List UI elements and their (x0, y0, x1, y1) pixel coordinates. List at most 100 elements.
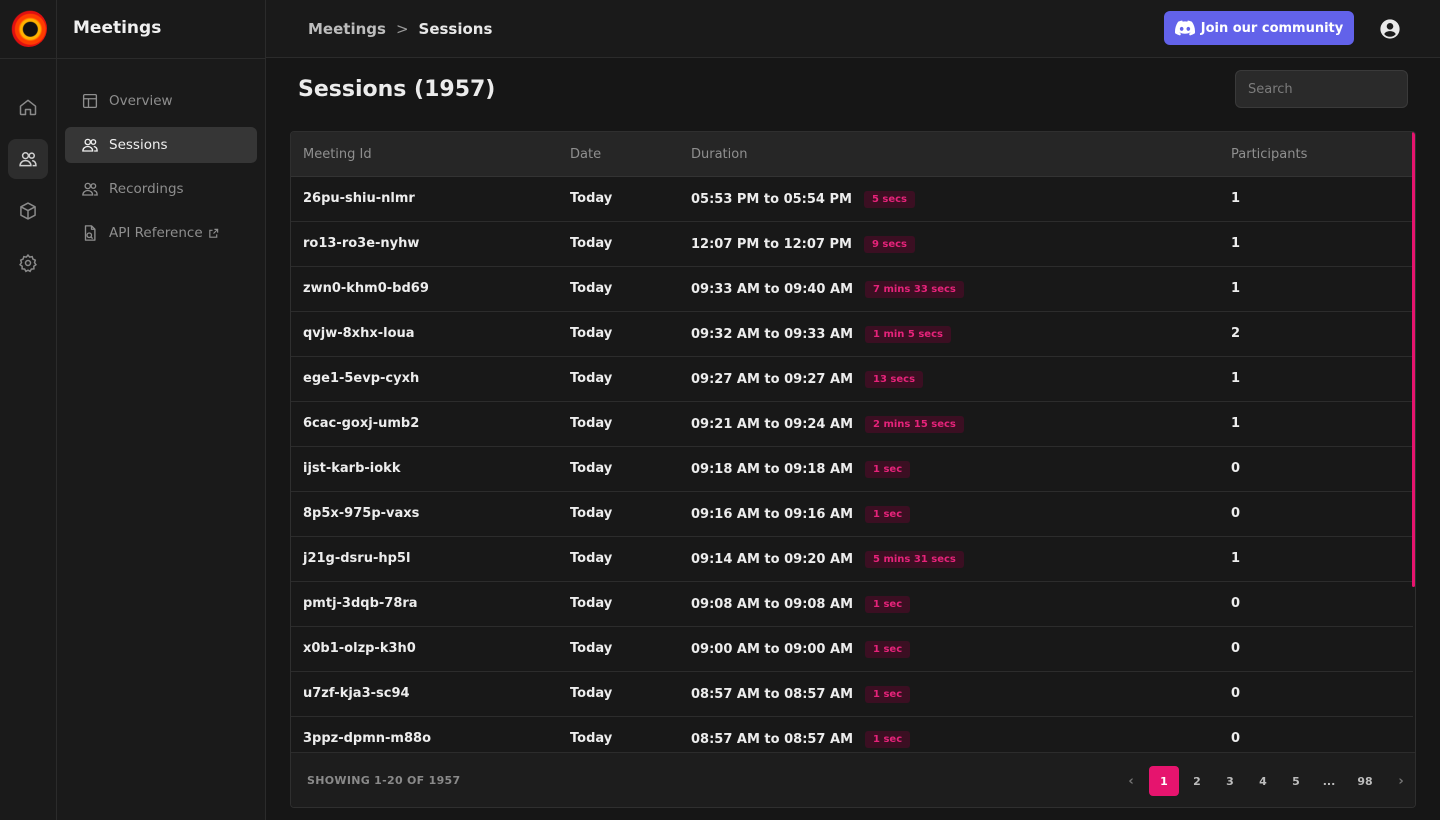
page-button-2[interactable]: 2 (1182, 766, 1212, 796)
meeting-id-cell: qvjw-8xhx-loua (303, 326, 415, 341)
page-ellipsis: ... (1322, 774, 1336, 788)
page-button-3[interactable]: 3 (1215, 766, 1245, 796)
participants-cell: 1 (1231, 191, 1241, 206)
table-row[interactable]: j21g-dsru-hp5l Today 09:14 AM to 09:20 AM 5… (291, 537, 1413, 582)
date-cell: Today (570, 551, 613, 566)
logo[interactable] (10, 10, 47, 47)
duration-badge: 1 sec (865, 506, 911, 523)
users-icon (82, 138, 98, 152)
duration-cell: 08:57 AM to 08:57 AM 1 sec (691, 731, 911, 748)
table-row[interactable]: ege1-5evp-cyxh Today 09:27 AM to 09:27 AM 1… (291, 357, 1413, 402)
sidebar-item-label: API Reference (109, 225, 203, 241)
participants-cell: 1 (1231, 551, 1241, 566)
table-row[interactable]: x0b1-olzp-k3h0 Today 09:00 AM to 09:00 AM 1… (291, 627, 1413, 672)
date-cell: Today (570, 731, 613, 746)
cube-icon[interactable] (8, 191, 48, 231)
duration-badge: 1 sec (865, 641, 911, 658)
participants-cell: 0 (1231, 461, 1241, 476)
scrollbar[interactable] (1412, 132, 1415, 587)
date-cell: Today (570, 596, 613, 611)
time-range: 09:21 AM to 09:24 AM (691, 417, 854, 432)
page-button-98[interactable]: 98 (1347, 766, 1383, 796)
duration-cell: 05:53 PM to 05:54 PM 5 secs (691, 191, 916, 208)
time-range: 09:27 AM to 09:27 AM (691, 372, 854, 387)
table-row[interactable]: u7zf-kja3-sc94 Today 08:57 AM to 08:57 AM 1… (291, 672, 1413, 717)
sidebar-item-overview[interactable]: Overview (65, 83, 257, 119)
sidebar-item-api-reference[interactable]: API Reference (65, 215, 257, 251)
duration-cell: 09:18 AM to 09:18 AM 1 sec (691, 461, 911, 478)
sidebar-item-label: Sessions (109, 137, 168, 153)
sidebar-item-sessions[interactable]: Sessions (65, 127, 257, 163)
participants-cell: 2 (1231, 326, 1241, 341)
date-cell: Today (570, 236, 613, 251)
duration-badge: 1 sec (865, 686, 911, 703)
table-row[interactable]: qvjw-8xhx-loua Today 09:32 AM to 09:33 AM 1… (291, 312, 1413, 357)
next-page-button[interactable]: › (1386, 766, 1415, 796)
prev-page-button[interactable]: ‹ (1116, 766, 1146, 796)
meeting-id-cell: u7zf-kja3-sc94 (303, 686, 410, 701)
duration-badge: 1 sec (865, 596, 911, 613)
time-range: 09:08 AM to 09:08 AM (691, 597, 854, 612)
participants-cell: 1 (1231, 281, 1241, 296)
icon-rail (0, 0, 57, 820)
page-button-1[interactable]: 1 (1149, 766, 1179, 796)
duration-badge: 5 secs (863, 191, 916, 208)
sidebar-item-label: Overview (109, 93, 173, 109)
column-header-participants[interactable]: Participants (1231, 147, 1307, 162)
duration-cell: 08:57 AM to 08:57 AM 1 sec (691, 686, 911, 703)
page-button-4[interactable]: 4 (1248, 766, 1278, 796)
duration-badge: 1 sec (865, 731, 911, 748)
table-header: Meeting Id Date Duration Participants (291, 132, 1413, 177)
date-cell: Today (570, 371, 613, 386)
date-cell: Today (570, 326, 613, 341)
time-range: 09:32 AM to 09:33 AM (691, 327, 854, 342)
meeting-id-cell: 6cac-goxj-umb2 (303, 416, 420, 431)
duration-cell: 09:33 AM to 09:40 AM 7 mins 33 secs (691, 281, 964, 298)
time-range: 09:16 AM to 09:16 AM (691, 507, 854, 522)
time-range: 08:57 AM to 08:57 AM (691, 732, 854, 747)
breadcrumb-item-meetings[interactable]: Meetings (308, 20, 386, 38)
participants-cell: 0 (1231, 686, 1241, 701)
table-footer: SHOWING 1-20 OF 1957 ‹ 1 2 3 4 5 ... 98 … (291, 752, 1415, 807)
users-icon[interactable] (8, 139, 48, 179)
table-row[interactable]: zwn0-khm0-bd69 Today 09:33 AM to 09:40 AM 7… (291, 267, 1413, 312)
sidebar-item-recordings[interactable]: Recordings (65, 171, 257, 207)
table-row[interactable]: 6cac-goxj-umb2 Today 09:21 AM to 09:24 AM 2… (291, 402, 1413, 447)
table-row[interactable]: ro13-ro3e-nyhw Today 12:07 PM to 12:07 PM 9… (291, 222, 1413, 267)
sidebar-item-label: Recordings (109, 181, 184, 197)
duration-badge: 5 mins 31 secs (865, 551, 964, 568)
column-header-duration[interactable]: Duration (691, 147, 747, 162)
time-range: 09:00 AM to 09:00 AM (691, 642, 854, 657)
sidebar: Meetings Overview Sessions Recordings AP… (57, 0, 266, 820)
table-row[interactable]: 3ppz-dpmn-m88o Today 08:57 AM to 08:57 AM 1… (291, 717, 1413, 752)
duration-badge: 1 sec (865, 461, 911, 478)
duration-cell: 12:07 PM to 12:07 PM 9 secs (691, 236, 916, 253)
home-icon[interactable] (8, 87, 48, 127)
meeting-id-cell: ro13-ro3e-nyhw (303, 236, 420, 251)
column-header-date[interactable]: Date (570, 147, 601, 162)
search-input[interactable] (1235, 70, 1408, 108)
join-community-button[interactable]: Join our community (1164, 11, 1354, 45)
table-row[interactable]: 26pu-shiu-nlmr Today 05:53 PM to 05:54 PM 5… (291, 177, 1413, 222)
table-row[interactable]: ijst-karb-iokk Today 09:18 AM to 09:18 AM 1… (291, 447, 1413, 492)
participants-cell: 1 (1231, 416, 1241, 431)
settings-icon[interactable] (8, 243, 48, 283)
page-button-5[interactable]: 5 (1281, 766, 1311, 796)
participants-cell: 1 (1231, 371, 1241, 386)
meeting-id-cell: ege1-5evp-cyxh (303, 371, 420, 386)
duration-badge: 7 mins 33 secs (865, 281, 964, 298)
column-header-meeting-id[interactable]: Meeting Id (303, 147, 372, 162)
divider (0, 58, 57, 59)
table-row[interactable]: pmtj-3dqb-78ra Today 09:08 AM to 09:08 AM 1… (291, 582, 1413, 627)
divider (57, 58, 266, 59)
discord-icon (1174, 20, 1195, 36)
duration-cell: 09:21 AM to 09:24 AM 2 mins 15 secs (691, 416, 964, 433)
meeting-id-cell: 3ppz-dpmn-m88o (303, 731, 431, 746)
date-cell: Today (570, 191, 613, 206)
participants-cell: 0 (1231, 731, 1241, 746)
table-row[interactable]: 8p5x-975p-vaxs Today 09:16 AM to 09:16 AM 1… (291, 492, 1413, 537)
meeting-id-cell: ijst-karb-iokk (303, 461, 401, 476)
showing-count: SHOWING 1-20 OF 1957 (307, 774, 461, 787)
breadcrumb-item-sessions: Sessions (418, 20, 493, 38)
user-account-icon[interactable] (1379, 18, 1401, 40)
